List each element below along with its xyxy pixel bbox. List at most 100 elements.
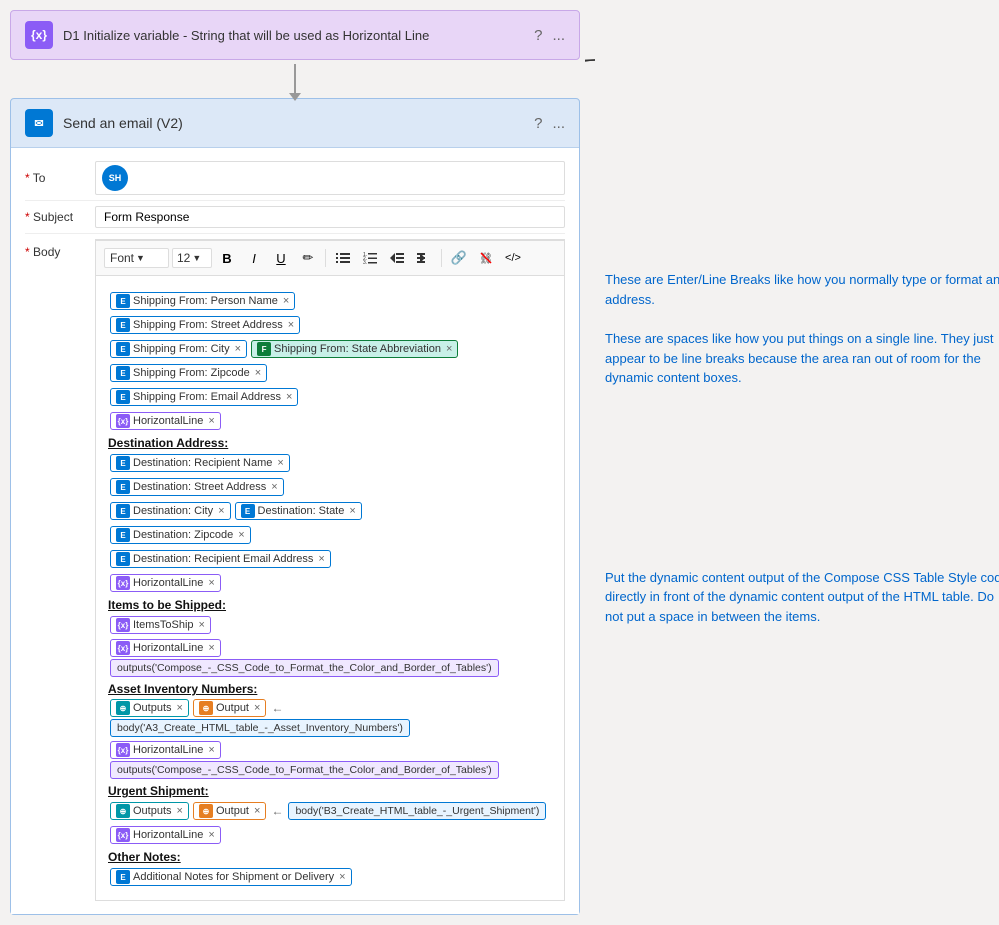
indent-more-button[interactable]	[412, 246, 436, 270]
dest-zip-close[interactable]: ×	[238, 529, 244, 541]
link-button[interactable]: 🔗	[447, 246, 471, 270]
shipping-state-close[interactable]: ×	[446, 343, 452, 355]
shipping-street-close[interactable]: ×	[288, 319, 294, 331]
horizontal-line-1-line: {x} HorizontalLine ×	[108, 410, 552, 432]
horizontal-line-1-close[interactable]: ×	[208, 415, 214, 427]
horizontal-line-2-close[interactable]: ×	[208, 577, 214, 589]
dest-state-close[interactable]: ×	[349, 505, 355, 517]
dest-street-tag[interactable]: E Destination: Street Address ×	[110, 478, 284, 496]
pen-button[interactable]: ✏	[296, 246, 320, 270]
shipping-email-close[interactable]: ×	[286, 391, 292, 403]
horizontal-line-4-close[interactable]: ×	[208, 744, 214, 756]
dest-state-tag[interactable]: E Destination: State ×	[235, 502, 362, 520]
svg-text:3.: 3.	[363, 260, 367, 265]
horizontal-line-5-tag[interactable]: {x} HorizontalLine ×	[110, 826, 221, 844]
horizontal-line-5-line: {x} HorizontalLine ×	[108, 824, 552, 846]
bullets-button[interactable]	[331, 246, 355, 270]
subject-label: Subject	[25, 210, 95, 224]
horizontal-line-3-tag[interactable]: {x} HorizontalLine ×	[110, 639, 221, 657]
shipping-email-tag[interactable]: E Shipping From: Email Address ×	[110, 388, 298, 406]
font-select[interactable]: Font ▼	[104, 248, 169, 268]
right-panel: These are Enter/Line Breaks like how you…	[585, 10, 999, 915]
tag-icon-excel-2: E	[116, 318, 130, 332]
dest-zip-line: E Destination: Zipcode ×	[108, 524, 552, 546]
shipping-person-line: E Shipping From: Person Name ×	[108, 290, 552, 312]
horizontal-line-3-close[interactable]: ×	[208, 642, 214, 654]
asset-outputs-tag[interactable]: ⊕ Outputs ×	[110, 699, 189, 717]
dest-email-tag[interactable]: E Destination: Recipient Email Address ×	[110, 550, 331, 568]
underline-button[interactable]: U	[269, 246, 293, 270]
horizontal-line-2-tag[interactable]: {x} HorizontalLine ×	[110, 574, 221, 592]
items-to-ship-close[interactable]: ×	[199, 619, 205, 631]
asset-output-close[interactable]: ×	[254, 702, 260, 714]
tag-icon-excel-4: E	[116, 366, 130, 380]
dest-email-close[interactable]: ×	[318, 553, 324, 565]
arrows-svg	[585, 10, 999, 910]
tag-icon-var-6: {x}	[116, 828, 130, 842]
code-button[interactable]: </>	[501, 246, 525, 270]
horizontal-line-1-tag[interactable]: {x} HorizontalLine ×	[110, 412, 221, 430]
shipping-person-tag[interactable]: E Shipping From: Person Name ×	[110, 292, 295, 310]
font-size-select[interactable]: 12 ▼	[172, 248, 212, 268]
unlink-button[interactable]: ⛓	[474, 246, 498, 270]
shipping-state-tag[interactable]: F Shipping From: State Abbreviation ×	[251, 340, 458, 358]
dest-zip-tag[interactable]: E Destination: Zipcode ×	[110, 526, 251, 544]
tag-icon-teal-2: ⊕	[116, 804, 130, 818]
bold-button[interactable]: B	[215, 246, 239, 270]
urgent-outputs-tag[interactable]: ⊕ Outputs ×	[110, 802, 189, 820]
numbered-button[interactable]: 1.2.3.	[358, 246, 382, 270]
shipping-email-line: E Shipping From: Email Address ×	[108, 386, 552, 408]
annotation-top: These are Enter/Line Breaks like how you…	[605, 260, 999, 388]
body-urgent-tag[interactable]: body('B3_Create_HTML_table_-_Urgent_Ship…	[288, 802, 546, 820]
horizontal-line-4-tag[interactable]: {x} HorizontalLine ×	[110, 741, 221, 759]
urgent-output-close[interactable]: ×	[254, 805, 260, 817]
email-block: ✉ Send an email (V2) ? ... To	[10, 98, 580, 915]
indent-less-button[interactable]	[385, 246, 409, 270]
css-outputs-tag-1[interactable]: outputs('Compose_-_CSS_Code_to_Format_th…	[110, 659, 499, 677]
asset-outputs-close[interactable]: ×	[177, 702, 183, 714]
toolbar-divider-1	[325, 249, 326, 267]
italic-button[interactable]: I	[242, 246, 266, 270]
spaces-annotation: These are spaces like how you put things…	[605, 329, 999, 388]
urgent-outputs-line: ⊕ Outputs × ⊕ Output × ←	[108, 800, 552, 822]
dest-city-close[interactable]: ×	[218, 505, 224, 517]
to-label: To	[25, 171, 95, 185]
subject-input[interactable]	[95, 206, 565, 228]
dest-street-line: E Destination: Street Address ×	[108, 476, 552, 498]
shipping-zip-tag[interactable]: E Shipping From: Zipcode ×	[110, 364, 267, 382]
to-field-row: To SH	[25, 156, 565, 201]
dest-recipient-tag[interactable]: E Destination: Recipient Name ×	[110, 454, 290, 472]
css-outputs-tag-2[interactable]: outputs('Compose_-_CSS_Code_to_Format_th…	[110, 761, 499, 779]
shipping-person-close[interactable]: ×	[283, 295, 289, 307]
body-editor[interactable]: E Shipping From: Person Name × E Shippin…	[96, 276, 564, 900]
items-to-ship-tag[interactable]: {x} ItemsToShip ×	[110, 616, 211, 634]
email-help-button[interactable]: ?	[534, 115, 542, 132]
email-title: Send an email (V2)	[63, 115, 183, 131]
horizontal-line-4-line: {x} HorizontalLine × outputs('Compose_-_…	[108, 740, 552, 780]
urgent-output-tag[interactable]: ⊕ Output ×	[193, 802, 266, 820]
help-button[interactable]: ?	[534, 27, 542, 44]
additional-notes-tag[interactable]: E Additional Notes for Shipment or Deliv…	[110, 868, 352, 886]
more-button[interactable]: ...	[552, 27, 565, 44]
shipping-zip-line: E Shipping From: Zipcode ×	[108, 362, 552, 384]
email-more-button[interactable]: ...	[552, 115, 565, 132]
shipping-city-close[interactable]: ×	[235, 343, 241, 355]
dest-city-tag[interactable]: E Destination: City ×	[110, 502, 231, 520]
tag-icon-teal-1: ⊕	[116, 701, 130, 715]
tag-icon-excel-5: E	[116, 390, 130, 404]
shipping-city-tag[interactable]: E Shipping From: City ×	[110, 340, 247, 358]
annotation-bottom: Put the dynamic content output of the Co…	[605, 568, 999, 627]
horizontal-line-5-close[interactable]: ×	[208, 829, 214, 841]
body-asset-tag[interactable]: body('A3_Create_HTML_table_-_Asset_Inven…	[110, 719, 410, 737]
urgent-outputs-close[interactable]: ×	[177, 805, 183, 817]
dest-street-close[interactable]: ×	[271, 481, 277, 493]
shipping-zip-close[interactable]: ×	[255, 367, 261, 379]
destination-label: Destination Address:	[108, 436, 552, 450]
additional-notes-close[interactable]: ×	[339, 871, 345, 883]
shipping-street-line: E Shipping From: Street Address ×	[108, 314, 552, 336]
shipping-street-tag[interactable]: E Shipping From: Street Address ×	[110, 316, 300, 334]
asset-output-tag[interactable]: ⊕ Output ×	[193, 699, 266, 717]
tag-icon-var-1: {x}	[116, 414, 130, 428]
tag-icon-excel: E	[116, 294, 130, 308]
dest-recipient-close[interactable]: ×	[277, 457, 283, 469]
